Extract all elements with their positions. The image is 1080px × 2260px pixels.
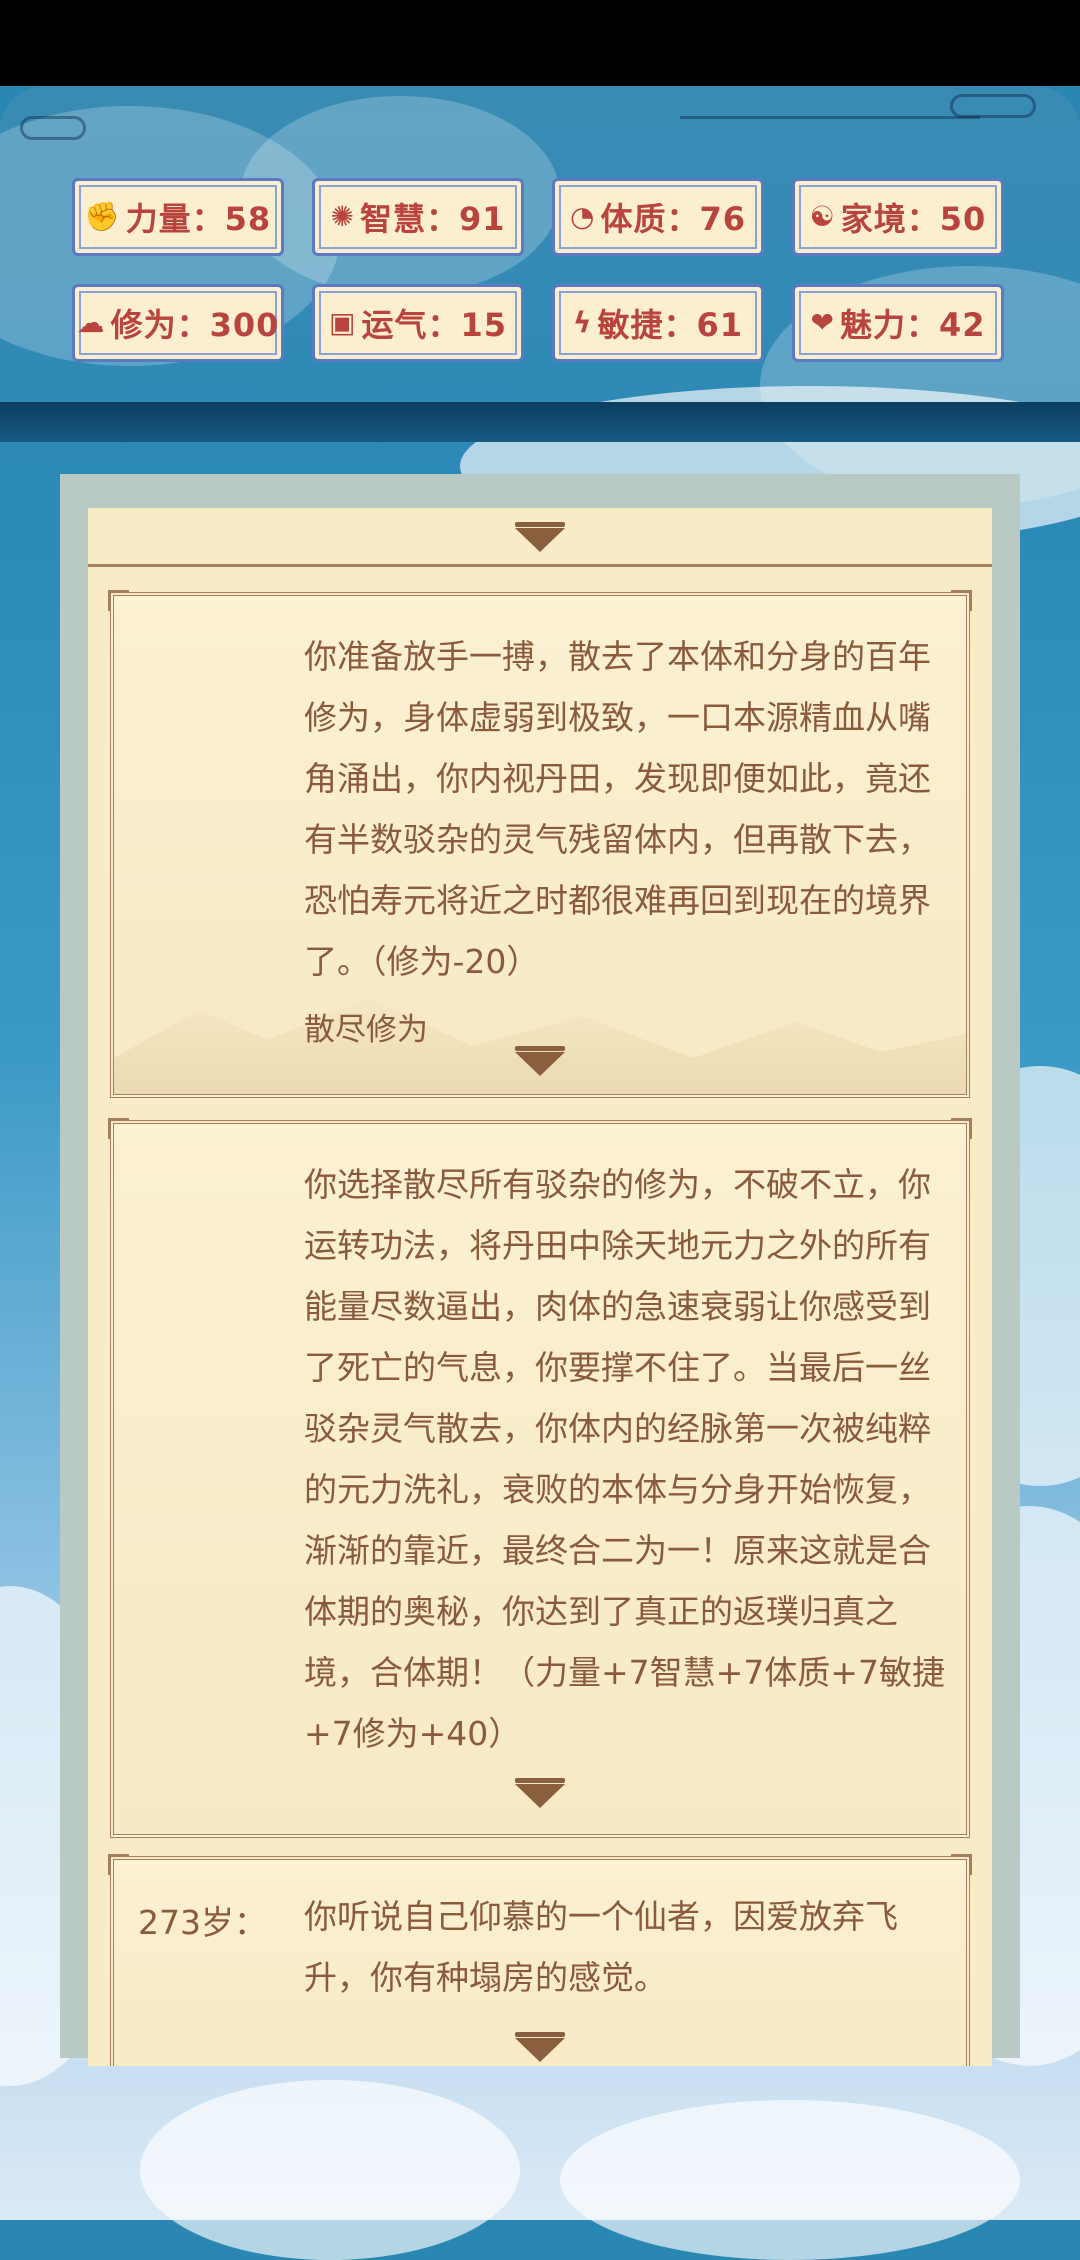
swirl-decoration [680, 116, 980, 119]
stat-cultivation: ☁ 修为：300 [72, 284, 284, 362]
chevron-down-icon [515, 2032, 565, 2062]
event-age: 273岁： [138, 1903, 267, 1942]
stat-strength: ✊ 力量：58 [72, 178, 284, 256]
strength-icon: ✊ [84, 200, 120, 233]
wisdom-icon: ✺ [330, 200, 354, 233]
family-icon: ☯ [809, 200, 835, 233]
chevron-down-icon [515, 1778, 565, 1808]
chevron-down-icon [515, 1046, 565, 1076]
status-bar [0, 0, 1080, 86]
cultivation-icon: ☁ [76, 306, 105, 339]
chevron-down-icon [515, 522, 565, 552]
cloud-decoration [560, 2100, 1020, 2260]
event-text: 你听说自己仰慕的一个仙者，因爱放弃飞升，你有种塌房的感觉。 [304, 1897, 898, 1997]
panel-border [88, 564, 992, 567]
event-text: 你选择散尽所有驳杂的修为，不破不立，你运转功法，将丹田中除天地元力之外的所有能量… [304, 1165, 945, 1753]
constitution-icon: ◔ [570, 200, 595, 233]
agility-icon: ϟ [572, 306, 592, 339]
list-item: 273岁： 你听说自己仰慕的一个仙者，因爱放弃飞升，你有种塌房的感觉。 [108, 1854, 972, 2066]
mountain-decoration [114, 998, 966, 1094]
event-text: 你准备放手一搏，散去了本体和分身的百年修为，身体虚弱到极致，一口本源精血从嘴角涌… [304, 637, 931, 981]
life-log-scroll[interactable]: 你准备放手一搏，散去了本体和分身的百年修为，身体虚弱到极致，一口本源精血从嘴角涌… [88, 508, 992, 2066]
cloud-decoration [140, 2080, 520, 2260]
list-item: 你选择散尽所有驳杂的修为，不破不立，你运转功法，将丹田中除天地元力之外的所有能量… [108, 1118, 972, 1838]
stat-constitution: ◔ 体质：76 [552, 178, 764, 256]
stat-wisdom: ✺ 智慧：91 [312, 178, 524, 256]
stat-family: ☯ 家境：50 [792, 178, 1004, 256]
list-item: 你准备放手一搏，散去了本体和分身的百年修为，身体虚弱到极致，一口本源精血从嘴角涌… [108, 590, 972, 1098]
luck-icon: ▣ [328, 306, 356, 339]
event-choice: 散尽修为 [304, 1012, 428, 1048]
stat-charm: ❤ 魅力：42 [792, 284, 1004, 362]
charm-icon: ❤ [810, 306, 834, 339]
swirl-decoration [20, 116, 86, 140]
stat-agility: ϟ 敏捷：61 [552, 284, 764, 362]
header-divider [0, 402, 1080, 442]
stat-luck: ▣ 运气：15 [312, 284, 524, 362]
swirl-decoration [950, 94, 1036, 118]
